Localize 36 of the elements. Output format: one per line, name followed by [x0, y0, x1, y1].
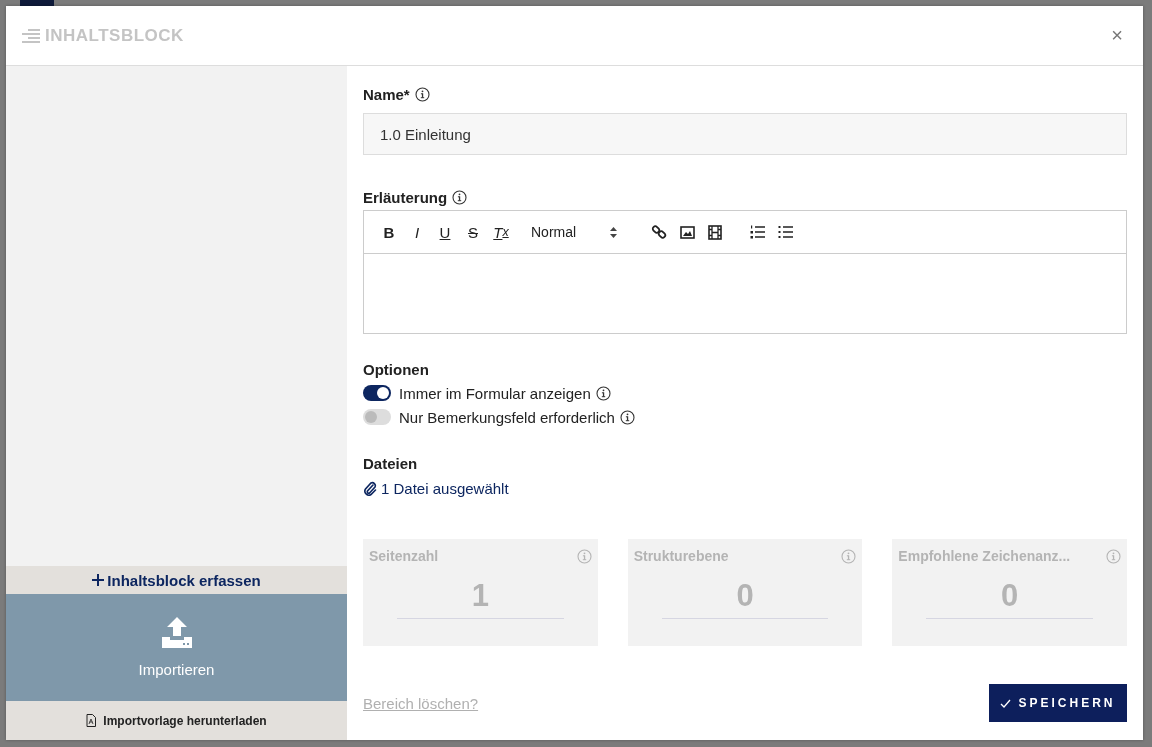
- format-dropdown[interactable]: Normal: [531, 222, 621, 242]
- option-label: Immer im Formular anzeigen: [399, 384, 591, 402]
- add-content-block-link[interactable]: Inhaltsblock erfassen: [6, 566, 347, 594]
- stat-label: Seitenzahl: [369, 548, 439, 564]
- stat-label: Strukturebene: [633, 548, 729, 564]
- close-button[interactable]: ×: [1107, 24, 1127, 47]
- strikethrough-button[interactable]: S: [459, 222, 487, 242]
- field-label: Name*: [363, 85, 410, 103]
- section-title: Optionen: [363, 361, 430, 380]
- check-icon: [1000, 698, 1012, 708]
- attached-files-link[interactable]: 1 Datei ausgewählt: [363, 480, 509, 497]
- save-button[interactable]: SPEICHERN: [989, 684, 1127, 722]
- pdf-file-icon: [86, 714, 97, 727]
- underline-button[interactable]: U: [431, 222, 459, 242]
- stat-value-field: 1: [397, 578, 564, 619]
- info-icon[interactable]: [414, 86, 430, 102]
- download-template-link[interactable]: Importvorlage herunterladen: [6, 701, 347, 740]
- menu-icon: [22, 27, 40, 44]
- stat-value-field: 0: [926, 578, 1093, 619]
- stat-value-field: 0: [661, 578, 829, 619]
- upload-icon: [161, 617, 192, 649]
- info-icon[interactable]: [452, 189, 468, 205]
- section-title: Dateien: [363, 455, 419, 474]
- option-label: Nur Bemerkungsfeld erforderlich: [399, 408, 615, 426]
- toggle-switch[interactable]: [363, 385, 391, 401]
- info-icon[interactable]: [619, 409, 635, 425]
- field-label: Erläuterung: [363, 188, 448, 206]
- toggle-switch[interactable]: [363, 409, 391, 425]
- italic-button[interactable]: I: [403, 222, 431, 242]
- window-title: INHALTSBLOCK: [45, 25, 184, 46]
- bold-button[interactable]: B: [375, 222, 403, 242]
- name-input-field[interactable]: 1.0 Einleitung: [363, 113, 1127, 155]
- stat-label: Empfohlene Zeichenanz...: [898, 548, 1071, 564]
- up-down-caret-icon: [610, 226, 617, 238]
- info-icon[interactable]: [595, 385, 611, 401]
- paperclip-icon: [363, 480, 377, 497]
